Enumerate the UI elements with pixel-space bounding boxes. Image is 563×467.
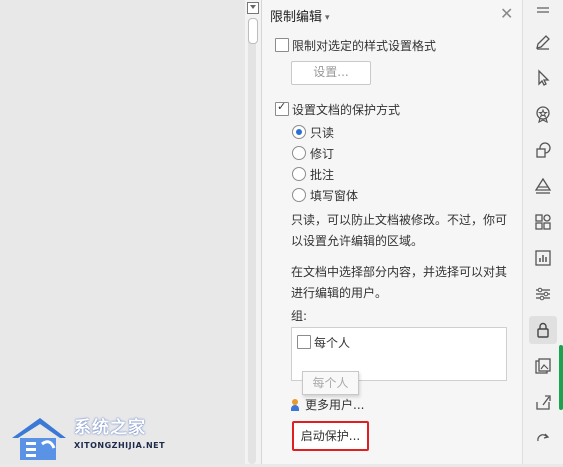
chevron-down-icon[interactable]: ▾ [325, 13, 330, 23]
chart-icon[interactable] [529, 244, 557, 272]
panel-title[interactable]: 限制编辑 ▾ [270, 6, 330, 25]
pane-menu-icon[interactable] [247, 2, 259, 14]
option-revisions-label: 修订 [310, 147, 335, 161]
protection-label: 设置文档的保护方式 [292, 103, 401, 117]
restrict-editing-panel: 限制编辑▾ ✕ 限制对选定的样式设置格式 设置... 设置文档的保护方式 只读 … [262, 0, 522, 464]
pointer-icon[interactable] [529, 64, 557, 92]
toolbar-menu-icon[interactable] [529, 0, 557, 20]
watermark-subtitle: XITONGZHIJIA.NET [74, 441, 166, 450]
image-icon[interactable] [529, 352, 557, 380]
select-help-text: 在文档中选择部分内容，并选择可以对其进行编辑的用户。 [291, 265, 508, 300]
group-everyone-checkbox[interactable] [297, 335, 311, 349]
readonly-help-text: 只读，可以防止文档被修改。不过，你可以设置允许编辑的区域。 [291, 213, 508, 248]
apps-icon[interactable] [529, 208, 557, 236]
right-toolbar [522, 0, 563, 464]
scroll-track[interactable] [248, 18, 256, 464]
option-readonly-label: 只读 [310, 126, 335, 140]
layers-icon[interactable] [529, 172, 557, 200]
more-users-link[interactable]: 更多用户... [291, 396, 364, 413]
watermark-title: 系统之家 [74, 418, 146, 438]
lock-icon[interactable] [529, 316, 557, 344]
radio-forms[interactable] [292, 188, 306, 202]
panel-title-label: 限制编辑 [270, 10, 323, 25]
format-restriction-checkbox[interactable] [275, 38, 289, 52]
start-protection-button[interactable]: 启动保护... [292, 421, 369, 451]
document-area[interactable] [0, 0, 245, 464]
shapes-icon[interactable] [529, 136, 557, 164]
radio-readonly[interactable] [292, 125, 306, 139]
group-label: 组: [291, 309, 308, 323]
toolbar-scroll-indicator[interactable] [559, 345, 563, 410]
group-everyone-label: 每个人 [314, 336, 351, 350]
radio-comments[interactable] [292, 167, 306, 181]
redo-icon[interactable] [529, 424, 557, 452]
option-comments-label: 批注 [310, 168, 335, 182]
house-logo-icon [12, 418, 66, 460]
more-users-label: 更多用户... [305, 398, 365, 412]
format-restriction-label: 限制对选定的样式设置格式 [292, 39, 437, 53]
watermark-logo: 系统之家 XITONGZHIJIA.NET [8, 408, 183, 464]
users-icon [291, 399, 303, 411]
close-icon[interactable]: ✕ [500, 4, 513, 23]
scroll-thumb[interactable] [248, 18, 258, 44]
share-icon[interactable] [529, 388, 557, 416]
settings-button[interactable]: 设置... [291, 61, 371, 85]
option-forms-label: 填写窗体 [310, 189, 359, 203]
pen-icon[interactable] [529, 28, 557, 56]
vertical-scroll-strip[interactable] [245, 0, 262, 464]
sliders-icon[interactable] [529, 280, 557, 308]
tooltip: 每个人 [302, 371, 359, 395]
protection-checkbox[interactable] [275, 100, 289, 116]
radio-revisions[interactable] [292, 146, 306, 160]
badge-icon[interactable] [529, 100, 557, 128]
